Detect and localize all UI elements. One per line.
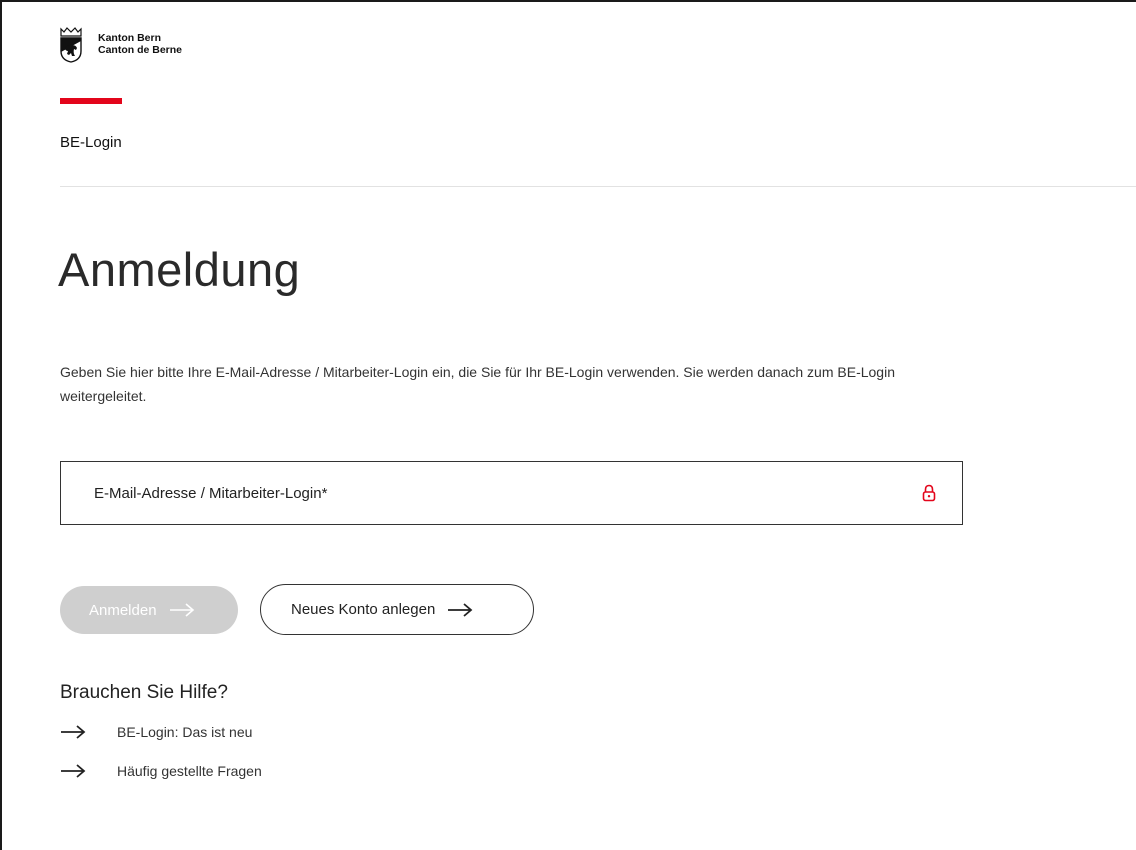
help-heading: Brauchen Sie Hilfe? (60, 682, 228, 703)
arrow-right-icon (61, 725, 86, 739)
service-name[interactable]: BE-Login (60, 134, 122, 151)
help-link-faq[interactable]: Häufig gestellte Fragen (60, 763, 262, 779)
create-account-button[interactable]: Neues Konto anlegen (260, 584, 534, 635)
help-link-whats-new[interactable]: BE-Login: Das ist neu (60, 724, 252, 740)
create-account-button-label: Neues Konto anlegen (291, 601, 436, 618)
bern-coat-of-arms-icon (60, 27, 82, 63)
help-link-label: Häufig gestellte Fragen (117, 763, 262, 779)
canton-name-fr: Canton de Berne (98, 44, 183, 56)
browser-viewport-frame (0, 0, 1136, 850)
canton-bern-logo[interactable]: Kanton Bern Canton de Berne (60, 27, 182, 63)
login-button-label: Anmelden (89, 601, 157, 619)
canton-name-de: Kanton Bern (98, 32, 161, 44)
intro-text: Geben Sie hier bitte Ihre E-Mail-Adresse… (60, 364, 895, 404)
page-title: Anmeldung (58, 243, 301, 296)
lock-icon (922, 484, 936, 502)
canton-name: Kanton Bern Canton de Berne (98, 32, 182, 56)
email-login-input[interactable] (61, 462, 962, 524)
brand-accent-bar (60, 98, 122, 104)
arrow-right-icon (448, 602, 473, 617)
arrow-right-icon (169, 603, 194, 617)
header-divider (60, 186, 1136, 187)
arrow-right-icon (61, 764, 86, 778)
help-link-label: BE-Login: Das ist neu (117, 724, 253, 740)
email-field-container[interactable] (60, 461, 963, 525)
login-button[interactable]: Anmelden (60, 586, 238, 634)
